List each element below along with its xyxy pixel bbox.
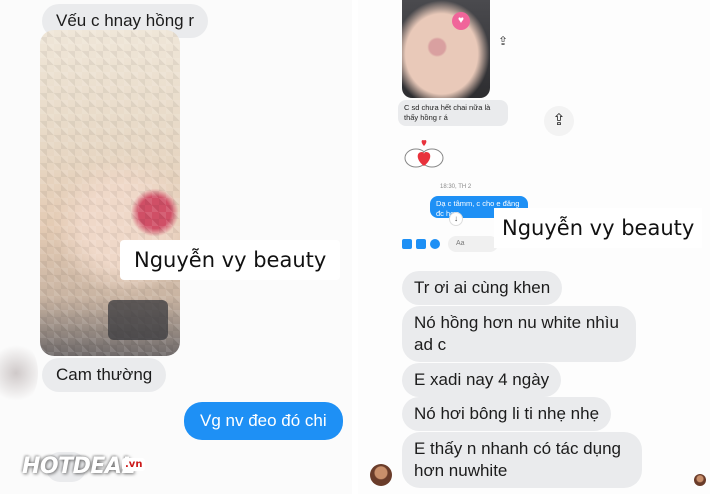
share-icon[interactable]: ⇪ [494, 32, 512, 50]
outgoing-message: Vg nv đeo đó chi [184, 402, 343, 440]
heart-sticker-icon: ♥ [452, 12, 470, 30]
avatar [370, 464, 392, 486]
incoming-message: Tr ơi ai cùng khen [402, 271, 563, 305]
sent-photo[interactable]: ♥ [402, 0, 490, 98]
incoming-message: E xadi nay 4 ngày [402, 363, 562, 397]
incoming-small-message: C sd chưa hết chai nữa là thấy hồng r á [398, 100, 508, 126]
screenshot-collage: Vếu c hnay hồng r Nguyễn vy beauty Cam t… [0, 0, 710, 494]
incoming-message: E thấy n nhanh có tác dụng hơn nuwhite [402, 432, 642, 488]
message-composer: Aa [402, 236, 498, 252]
pixelated-shadow [108, 300, 168, 340]
hotdeal-logo: HOTDEAL [22, 454, 135, 479]
bunny-sticker-icon [404, 140, 444, 168]
hotdeal-logo-suffix: .vn [122, 458, 146, 471]
arrow-down-icon[interactable]: ↓ [449, 212, 463, 226]
background-smudge [0, 340, 38, 406]
right-chat-panel: ♥ ⇪ C sd chưa hết chai nữa là thấy hồng … [358, 0, 710, 494]
timestamp: 18:30, TH 2 [440, 184, 472, 190]
watermark-label: Nguyễn vy beauty [494, 208, 703, 248]
avatar [694, 474, 706, 486]
incoming-message-mid: Cam thường [42, 358, 167, 392]
microphone-icon[interactable] [430, 239, 440, 249]
camera-icon[interactable] [402, 239, 412, 249]
message-input[interactable]: Aa [448, 236, 498, 252]
left-chat-panel: Vếu c hnay hồng r Nguyễn vy beauty Cam t… [0, 0, 352, 494]
share-icon[interactable]: ⇪ [544, 106, 574, 136]
incoming-message: Nó hơi bông li ti nhẹ nhẹ [402, 397, 612, 431]
gallery-icon[interactable] [416, 239, 426, 249]
watermark-label: Nguyễn vy beauty [120, 240, 341, 280]
incoming-message: Nó hồng hơn nu white nhìu ad c [402, 306, 636, 362]
